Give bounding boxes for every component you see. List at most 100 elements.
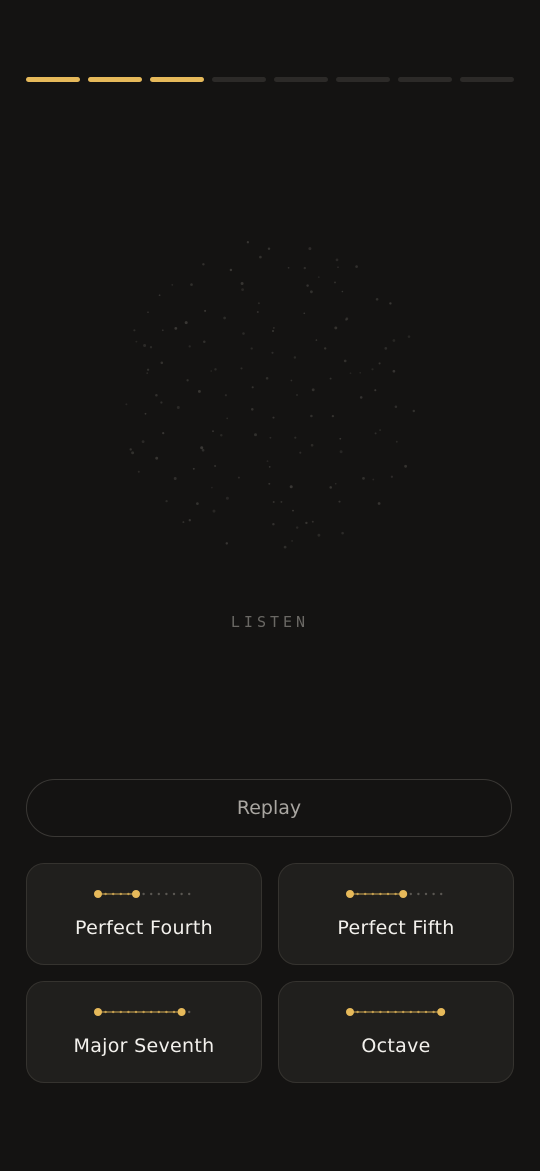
scale-step-dot xyxy=(394,892,398,896)
interval-endpoint-dot xyxy=(437,1008,446,1016)
visualizer-dot xyxy=(251,386,254,389)
interval-endpoint-dot xyxy=(94,890,103,898)
visualizer-dot xyxy=(272,501,275,503)
visualizer-dot xyxy=(317,533,321,537)
visualizer-dot xyxy=(339,437,342,440)
visualizer-dot xyxy=(254,433,257,437)
scale-step-dot xyxy=(142,892,146,896)
visualizer-dot xyxy=(294,436,297,439)
progress-segment xyxy=(336,77,390,82)
interval-diagram-icon xyxy=(279,887,513,901)
scale-step-dot xyxy=(364,892,367,896)
visualizer-dot xyxy=(202,263,205,266)
visualizer-dot xyxy=(214,464,217,468)
visualizer-dot xyxy=(240,367,243,370)
scale-step-dot xyxy=(165,892,169,896)
scale-step-dot xyxy=(402,1010,405,1014)
progress-segment xyxy=(212,77,266,82)
visualizer-dot xyxy=(160,361,164,365)
progress-segment xyxy=(274,77,328,82)
scale-step-dot xyxy=(432,892,436,896)
scale-step-dot xyxy=(158,1010,161,1014)
visualizer-dot xyxy=(269,436,272,439)
scale-step-dot xyxy=(158,892,161,896)
visualizer-dot xyxy=(155,456,159,460)
scale-step-dot xyxy=(356,1010,360,1014)
visualizer-dot xyxy=(293,356,297,359)
visualizer-dot xyxy=(268,466,271,468)
visualizer-dot xyxy=(204,309,207,312)
visualizer-dot xyxy=(359,396,363,399)
interval-endpoint-dot xyxy=(346,1008,355,1016)
visualizer-dot xyxy=(149,346,153,349)
visualizer-dot xyxy=(341,531,344,535)
progress-bar xyxy=(26,77,514,83)
scale-step-dot xyxy=(425,892,428,896)
visualizer-dot xyxy=(390,475,394,478)
visualizer-dot xyxy=(303,266,306,270)
visualizer-dot xyxy=(259,255,262,259)
scale-step-dot xyxy=(112,1010,115,1014)
answer-octave[interactable]: Octave xyxy=(278,981,514,1083)
visualizer-dot xyxy=(242,332,245,335)
progress-segment xyxy=(398,77,452,82)
visualizer-dot xyxy=(295,526,299,529)
visualizer-dot xyxy=(201,448,205,452)
scale-step-dot xyxy=(394,1010,398,1014)
visualizer-dot xyxy=(137,470,140,473)
scale-step-dot xyxy=(173,1010,176,1014)
visualizer-dot xyxy=(303,312,306,315)
visualizer-dot xyxy=(331,414,335,418)
visualizer-dot xyxy=(374,432,377,435)
visualizer-dot xyxy=(250,347,253,350)
visualizer-dot xyxy=(271,351,274,354)
interval-diagram-svg xyxy=(94,890,191,898)
visualizer-dot xyxy=(268,482,271,485)
visualizer-dot xyxy=(147,311,149,314)
replay-button[interactable]: Replay xyxy=(26,779,512,837)
visualizer-dot xyxy=(188,519,191,522)
visualizer-dot xyxy=(310,443,314,447)
visualizer-dot xyxy=(412,409,416,413)
interval-diagram-svg xyxy=(346,1008,446,1016)
interval-endpoint-dot xyxy=(399,890,408,898)
answer-major-seventh[interactable]: Major Seventh xyxy=(26,981,262,1083)
scale-step-dot xyxy=(112,892,115,896)
scale-step-dot xyxy=(150,892,153,896)
visualizer-dot xyxy=(257,302,260,305)
visualizer-dot xyxy=(338,500,341,503)
visualizer-dot xyxy=(143,344,147,347)
visualizer-dot xyxy=(317,276,320,278)
visualizer-dot xyxy=(241,288,244,291)
scale-step-dot xyxy=(372,892,375,896)
progress-segment xyxy=(150,77,204,82)
visualizer-dot xyxy=(155,393,158,397)
visualizer-dot xyxy=(223,316,226,320)
visualizer-dot xyxy=(162,431,165,435)
visualizer-dot xyxy=(341,290,344,293)
visualizer-dot xyxy=(160,401,163,404)
scale-step-dot xyxy=(173,892,176,896)
visualizer-dot xyxy=(377,502,381,505)
visualizer-dot xyxy=(272,416,275,419)
visualizer-dot xyxy=(265,377,269,380)
visualizer-dot xyxy=(349,372,352,375)
visualizer-dot xyxy=(196,502,199,505)
visualizer-dot xyxy=(192,467,195,470)
visualizer-dot xyxy=(359,371,362,374)
visualizer-dot xyxy=(374,389,377,392)
answer-perfect-fourth[interactable]: Perfect Fourth xyxy=(26,863,262,965)
visualizer-dot xyxy=(182,521,185,524)
visualizer-dot xyxy=(237,476,240,479)
visualizer-dot xyxy=(188,345,191,348)
visualizer-dot xyxy=(283,545,287,549)
answer-label: Major Seventh xyxy=(73,1035,215,1057)
answer-perfect-fifth[interactable]: Perfect Fifth xyxy=(278,863,514,965)
interval-endpoint-dot xyxy=(178,1008,187,1016)
visualizer-dot xyxy=(200,446,204,450)
scale-step-dot xyxy=(425,1010,428,1014)
answer-label: Octave xyxy=(361,1035,431,1057)
visualizer-dot xyxy=(329,377,332,380)
scale-step-dot xyxy=(150,1010,153,1014)
visualizer-dot xyxy=(404,464,408,468)
